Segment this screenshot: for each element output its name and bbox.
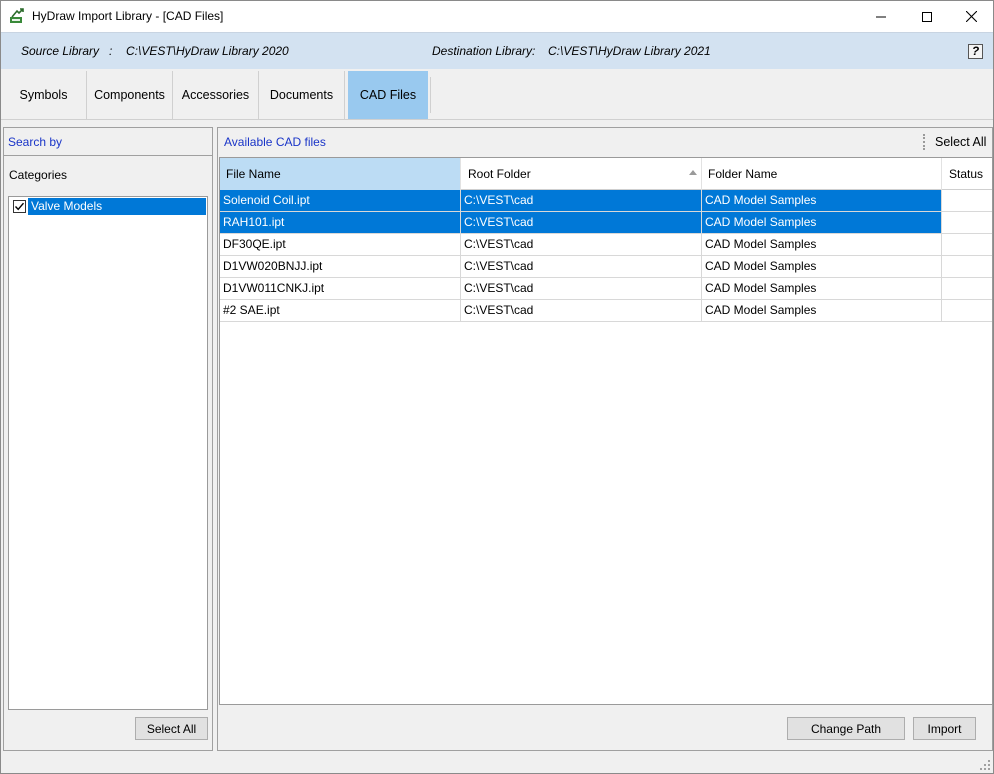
import-library-window: HyDraw Import Library - [CAD Files] Sour… — [0, 0, 994, 774]
destination-library-label: Destination Library — [432, 44, 533, 58]
status-cell — [942, 300, 992, 321]
folder-name-cell: CAD Model Samples — [702, 190, 942, 211]
root-folder-cell: C:\VEST\cad — [461, 278, 702, 299]
close-button[interactable] — [948, 1, 994, 32]
category-list[interactable]: Valve Models — [8, 196, 208, 710]
change-path-button[interactable]: Change Path — [787, 717, 905, 740]
tab-components[interactable]: Components — [87, 71, 173, 119]
root-folder-cell: C:\VEST\cad — [461, 300, 702, 321]
destination-library-separator: : — [532, 44, 536, 58]
search-by-header: Search by — [4, 128, 212, 156]
folder-name-cell: CAD Model Samples — [702, 256, 942, 277]
help-icon[interactable]: ? — [968, 44, 983, 59]
tab-symbols[interactable]: Symbols — [1, 71, 87, 119]
tab-accessories[interactable]: Accessories — [173, 71, 259, 119]
status-cell — [942, 256, 992, 277]
root-folder-cell: C:\VEST\cad — [461, 190, 702, 211]
window-title: HyDraw Import Library - [CAD Files] — [32, 9, 224, 23]
available-files-header: Available CAD files Select All — [218, 128, 992, 156]
tab-divider — [430, 77, 431, 113]
source-library-path: C:\VEST\HyDraw Library 2020 — [126, 44, 289, 58]
table-row[interactable]: Solenoid Coil.ipt C:\VEST\cad CAD Model … — [220, 190, 992, 212]
categories-label: Categories — [9, 168, 68, 182]
table-row[interactable]: D1VW020BNJJ.ipt C:\VEST\cad CAD Model Sa… — [220, 256, 992, 278]
file-name-cell: DF30QE.ipt — [220, 234, 461, 255]
cad-files-panel: Available CAD files Select All File Name… — [217, 127, 993, 751]
tab-cad-files[interactable]: CAD Files — [348, 71, 428, 119]
app-icon — [10, 8, 24, 23]
status-cell — [942, 278, 992, 299]
folder-name-cell: CAD Model Samples — [702, 212, 942, 233]
title-bar: HyDraw Import Library - [CAD Files] — [1, 1, 993, 32]
grid-header: File Name Root Folder Folder Name Status — [220, 158, 992, 190]
sort-ascending-icon — [689, 170, 697, 175]
resize-grip-icon[interactable] — [979, 759, 991, 771]
available-files-label: Available CAD files — [224, 135, 326, 149]
library-path-header: Source Library : C:\VEST\HyDraw Library … — [1, 32, 993, 69]
maximize-button[interactable] — [904, 1, 950, 32]
column-header-label: Root Folder — [468, 167, 531, 181]
categories-select-all-button[interactable]: Select All — [135, 717, 208, 740]
minimize-icon — [876, 16, 886, 17]
search-panel: Search by Categories Valve Models Select… — [3, 127, 213, 751]
tab-documents[interactable]: Documents — [259, 71, 345, 119]
column-header-status[interactable]: Status — [942, 158, 992, 190]
table-row[interactable]: D1VW011CNKJ.ipt C:\VEST\cad CAD Model Sa… — [220, 278, 992, 300]
column-header-label: File Name — [226, 167, 281, 181]
column-header-root-folder[interactable]: Root Folder — [461, 158, 702, 190]
folder-name-cell: CAD Model Samples — [702, 278, 942, 299]
toolbar-grip-icon — [923, 134, 926, 150]
cad-files-grid[interactable]: File Name Root Folder Folder Name Status… — [219, 157, 993, 705]
table-row[interactable]: #2 SAE.ipt C:\VEST\cad CAD Model Samples — [220, 300, 992, 322]
search-by-label: Search by — [8, 135, 63, 149]
close-icon — [965, 11, 977, 22]
minimize-button[interactable] — [858, 1, 904, 32]
destination-library-path: C:\VEST\HyDraw Library 2021 — [548, 44, 711, 58]
source-library-separator: : — [109, 44, 113, 58]
files-select-all-button[interactable]: Select All — [935, 135, 986, 149]
checkmark-icon — [14, 202, 25, 211]
column-header-folder-name[interactable]: Folder Name — [702, 158, 942, 190]
category-checkbox[interactable] — [13, 200, 26, 213]
file-name-cell: RAH101.ipt — [220, 212, 461, 233]
folder-name-cell: CAD Model Samples — [702, 234, 942, 255]
import-button[interactable]: Import — [913, 717, 976, 740]
file-name-cell: D1VW020BNJJ.ipt — [220, 256, 461, 277]
category-item-valve-models[interactable]: Valve Models — [10, 198, 206, 215]
category-label: Valve Models — [28, 198, 206, 215]
table-row[interactable]: RAH101.ipt C:\VEST\cad CAD Model Samples — [220, 212, 992, 234]
column-header-label: Status — [949, 167, 984, 181]
root-folder-cell: C:\VEST\cad — [461, 256, 702, 277]
file-name-cell: #2 SAE.ipt — [220, 300, 461, 321]
column-header-label: Folder Name — [708, 167, 778, 181]
tab-bar: Symbols Components Accessories Documents… — [1, 69, 993, 120]
status-cell — [942, 212, 992, 233]
folder-name-cell: CAD Model Samples — [702, 300, 942, 321]
table-row[interactable]: DF30QE.ipt C:\VEST\cad CAD Model Samples — [220, 234, 992, 256]
file-name-cell: Solenoid Coil.ipt — [220, 190, 461, 211]
root-folder-cell: C:\VEST\cad — [461, 234, 702, 255]
file-name-cell: D1VW011CNKJ.ipt — [220, 278, 461, 299]
status-cell — [942, 190, 992, 211]
status-cell — [942, 234, 992, 255]
maximize-icon — [922, 11, 932, 22]
source-library-label: Source Library — [21, 44, 100, 58]
column-header-file-name[interactable]: File Name — [220, 158, 461, 190]
root-folder-cell: C:\VEST\cad — [461, 212, 702, 233]
